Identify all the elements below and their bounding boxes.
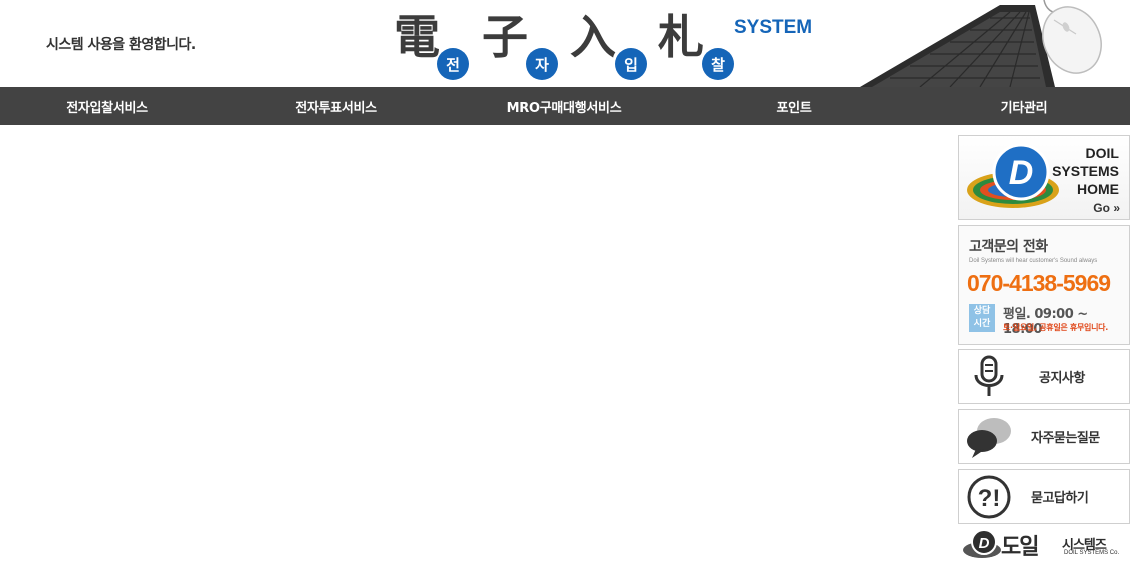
logo-hanja-4: 札 [658, 10, 704, 64]
notice-label: 공지사항 [1039, 371, 1085, 386]
logo-hangul-2: 자 [526, 48, 558, 80]
badge-line-2: 시간 [973, 319, 991, 329]
home-banner-text: DOIL SYSTEMS HOME [1052, 144, 1119, 198]
tel-number: 070-4138-5969 [967, 270, 1111, 296]
tel-subtitle: Doil Systems will hear customer's Sound … [969, 258, 1098, 264]
home-line-2: SYSTEMS [1052, 163, 1119, 179]
question-exclamation-icon: ?! [959, 470, 1019, 523]
badge-line-1: 상담 [973, 306, 991, 316]
consult-time-badge: 상담 시간 [969, 304, 995, 332]
tel-title: 고객문의 전화 [969, 239, 1048, 255]
keyboard-image [860, 5, 1055, 87]
home-line-1: DOIL [1085, 145, 1119, 161]
double-chevron-right-icon: » [1113, 201, 1120, 215]
e-bidding-logo[interactable]: 電 전 子 자 入 입 札 찰 SYSTEM [390, 8, 820, 86]
home-line-3: HOME [1077, 181, 1119, 197]
doil-d-logo-icon: D [967, 143, 1059, 208]
doil-systems-logo: D 도일 시스템즈 DOIL SYSTEMS Co. [962, 528, 1128, 562]
logo-hanja-2: 子 [482, 10, 528, 64]
nav-points[interactable]: 포인트 [670, 87, 918, 125]
main-nav: 전자입찰서비스 전자투표서비스 MRO구매대행서비스 포인트 기타관리 [0, 87, 1130, 125]
nav-mro-purchasing[interactable]: MRO구매대행서비스 [458, 87, 670, 125]
nav-e-voting[interactable]: 전자투표서비스 [214, 87, 458, 125]
mouse-image [1042, 0, 1102, 74]
logo-hanja-3: 入 [570, 10, 616, 64]
logo-hanja-1: 電 [394, 10, 440, 64]
go-link[interactable]: Go » [1093, 201, 1120, 215]
svg-text:?!: ?! [978, 485, 1001, 512]
faq-label: 자주묻는질문 [1031, 431, 1100, 446]
footer-logo-word: 도일 [1001, 535, 1040, 560]
logo-hangul-1: 전 [437, 48, 469, 80]
speech-bubbles-icon [959, 410, 1019, 463]
svg-text:D: D [979, 535, 990, 552]
notice-button[interactable]: 공지사항 [958, 349, 1130, 404]
doil-emblem-icon: D [963, 529, 1001, 558]
welcome-message: 시스템 사용을 환영합니다. [46, 37, 196, 53]
nav-other-management[interactable]: 기타관리 [918, 87, 1130, 125]
nav-e-bidding[interactable]: 전자입찰서비스 [0, 87, 214, 125]
microphone-icon [959, 350, 1019, 403]
logo-hangul-3: 입 [615, 48, 647, 80]
svg-text:D: D [1009, 154, 1034, 192]
footer-logo-en: DOIL SYSTEMS Co. [1064, 550, 1120, 556]
go-label: Go [1093, 201, 1110, 215]
logo-hangul-4: 찰 [702, 48, 734, 80]
customer-phone-banner: 고객문의 전화 Doil Systems will hear customer'… [958, 225, 1130, 345]
doil-home-banner[interactable]: D DOIL SYSTEMS HOME Go » [958, 135, 1130, 220]
faq-button[interactable]: 자주묻는질문 [958, 409, 1130, 464]
closed-days-note: 토·일요일, 공휴일은 휴무입니다. [1003, 323, 1108, 332]
qna-label: 묻고답하기 [1031, 491, 1089, 506]
header: 시스템 사용을 환영합니다. 電 전 子 자 入 입 札 찰 SYSTEM [0, 0, 1130, 87]
qna-button[interactable]: ?! 묻고답하기 [958, 469, 1130, 524]
logo-system-word: SYSTEM [734, 17, 813, 38]
